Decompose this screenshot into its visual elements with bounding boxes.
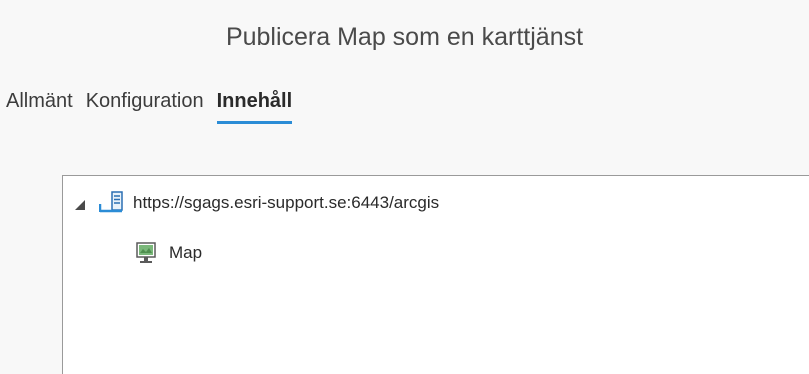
publish-pane: Publicera Map som en karttjänst Allmänt … [0,0,809,374]
tab-allmant[interactable]: Allmänt [6,86,80,116]
map-icon [135,241,163,265]
tab-innehall[interactable]: Innehåll [216,86,292,124]
pane-title: Publicera Map som en karttjänst [225,23,584,51]
tree-item-map[interactable]: Map [135,239,202,267]
tab-bar: Allmänt Konfiguration Innehåll [6,86,298,126]
server-url-label: https://sgags.esri-support.se:6443/arcgi… [133,193,440,212]
tree-item-server[interactable]: https://sgags.esri-support.se:6443/arcgi… [75,189,439,217]
expand-triangle-icon[interactable] [75,199,85,210]
tab-konfiguration[interactable]: Konfiguration [86,86,211,116]
content-tree[interactable]: https://sgags.esri-support.se:6443/arcgi… [62,175,809,374]
server-connection-icon [98,191,127,215]
map-label: Map [169,243,203,262]
